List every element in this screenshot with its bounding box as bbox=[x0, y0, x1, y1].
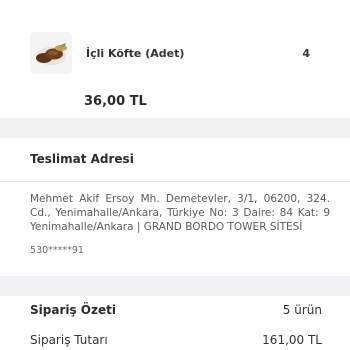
product-name: İçli Köfte (Adet) bbox=[86, 46, 185, 60]
summary-total-row: Sipariş Tutarı 161,00 TL bbox=[30, 333, 322, 347]
delivery-phone: 530*****91 bbox=[30, 245, 84, 256]
summary-title: Sipariş Özeti bbox=[30, 303, 116, 317]
order-summary-card: Sipariş Özeti 5 ürün Sipariş Tutarı 161,… bbox=[0, 296, 350, 350]
section-divider bbox=[0, 181, 350, 182]
order-item-row: İçli Köfte (Adet) 4 bbox=[30, 26, 350, 80]
delivery-address-card: Teslimat Adresi Mehmet Akif Ersoy Mh. De… bbox=[0, 138, 350, 276]
order-total-value: 161,00 TL bbox=[262, 333, 322, 347]
summary-header-row: Sipariş Özeti 5 ürün bbox=[30, 303, 322, 317]
kofte-thumbnail-icon bbox=[30, 32, 72, 74]
order-item-card: İçli Köfte (Adet) 4 36,00 TL bbox=[0, 0, 350, 118]
product-price: 36,00 TL bbox=[84, 94, 147, 109]
delivery-title: Teslimat Adresi bbox=[30, 152, 134, 166]
delivery-address: Mehmet Akif Ersoy Mh. Demetevler, 3/1, 0… bbox=[30, 193, 330, 233]
summary-item-count: 5 ürün bbox=[282, 303, 322, 317]
product-quantity: 4 bbox=[302, 46, 310, 60]
order-total-label: Sipariş Tutarı bbox=[30, 333, 108, 347]
